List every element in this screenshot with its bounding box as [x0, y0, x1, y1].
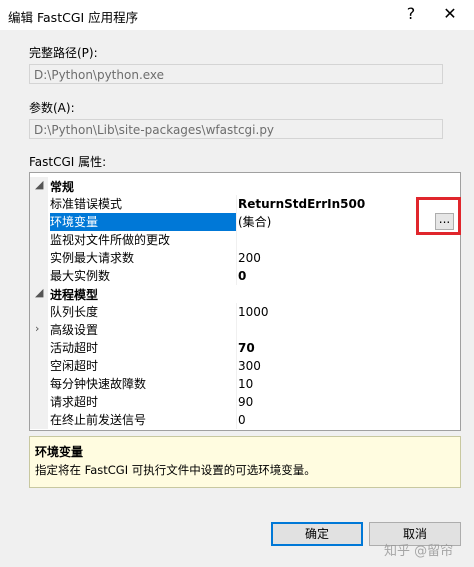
category-general[interactable]: ◢ 常规 [30, 177, 460, 195]
property-value[interactable]: 0 [238, 267, 460, 285]
full-path-field[interactable]: D:\Python\python.exe [29, 64, 443, 84]
watermark: 知乎 @留帘 [384, 544, 454, 559]
property-row-idle-timeout[interactable]: 空闲超时 300 [30, 357, 460, 375]
property-value[interactable]: 10 [238, 375, 460, 393]
properties-label: FastCGI 属性: [29, 155, 107, 169]
property-name: 高级设置 [50, 323, 99, 337]
description-panel: 环境变量 指定将在 FastCGI 可执行文件中设置的可选环境变量。 [29, 436, 461, 488]
property-row-max-instances[interactable]: 最大实例数 0 [30, 267, 460, 285]
window-title: 编辑 FastCGI 应用程序 [8, 10, 139, 25]
property-value[interactable]: 1000 [238, 303, 460, 321]
property-name: 空闲超时 [50, 359, 99, 373]
description-text: 指定将在 FastCGI 可执行文件中设置的可选环境变量。 [35, 463, 316, 477]
annotation-highlight-box [416, 197, 461, 235]
property-row-advanced-settings[interactable]: › 高级设置 [30, 321, 460, 339]
property-name: 队列长度 [50, 305, 99, 319]
arguments-field[interactable]: D:\Python\Lib\site-packages\wfastcgi.py [29, 119, 443, 139]
category-label: 进程模型 [50, 288, 99, 302]
property-row-queue-length[interactable]: 队列长度 1000 [30, 303, 460, 321]
close-button[interactable]: ✕ [435, 2, 465, 26]
property-name: 监视对文件所做的更改 [50, 233, 171, 247]
property-name: 在终止前发送信号 [50, 413, 147, 427]
property-row-environment-variables[interactable]: 环境变量 (集合) ... [30, 213, 460, 231]
property-name: 每分钟快速故障数 [50, 377, 147, 391]
description-title: 环境变量 [35, 445, 84, 459]
property-value[interactable] [238, 321, 460, 339]
property-row-rapid-fails[interactable]: 每分钟快速故障数 10 [30, 375, 460, 393]
property-row-signal-before-terminate[interactable]: 在终止前发送信号 0 [30, 411, 460, 429]
property-name-selected: 环境变量 [50, 213, 236, 231]
property-value[interactable]: 0 [238, 411, 460, 429]
property-name: 活动超时 [50, 341, 99, 355]
property-name: 最大实例数 [50, 269, 111, 283]
category-label: 常规 [50, 180, 75, 194]
property-value[interactable]: 200 [238, 249, 460, 267]
category-process-model[interactable]: ◢ 进程模型 [30, 285, 460, 303]
ok-button[interactable]: 确定 [271, 522, 363, 546]
property-row-stderr-mode[interactable]: 标准错误模式 ReturnStdErrIn500 [30, 195, 460, 213]
property-row-watch-changes[interactable]: 监视对文件所做的更改 [30, 231, 460, 249]
property-row-max-requests[interactable]: 实例最大请求数 200 [30, 249, 460, 267]
full-path-label: 完整路径(P): [29, 46, 98, 60]
help-button[interactable]: ? [398, 2, 424, 26]
property-row-request-timeout[interactable]: 请求超时 90 [30, 393, 460, 411]
property-grid[interactable]: ◢ 常规 标准错误模式 ReturnStdErrIn500 环境变量 (集合) … [29, 172, 461, 431]
property-row-activity-timeout[interactable]: 活动超时 70 [30, 339, 460, 357]
property-value[interactable]: 300 [238, 357, 460, 375]
property-value[interactable]: 90 [238, 393, 460, 411]
property-value[interactable]: 70 [238, 339, 460, 357]
property-name: 标准错误模式 [50, 197, 123, 211]
arguments-label: 参数(A): [29, 101, 75, 115]
collapse-caret-icon[interactable]: ◢ [35, 286, 43, 299]
property-name: 实例最大请求数 [50, 251, 135, 265]
expand-chevron-icon[interactable]: › [35, 322, 39, 335]
property-name: 请求超时 [50, 395, 99, 409]
collapse-caret-icon[interactable]: ◢ [35, 178, 43, 191]
title-bar: 编辑 FastCGI 应用程序 ? ✕ [0, 0, 474, 30]
